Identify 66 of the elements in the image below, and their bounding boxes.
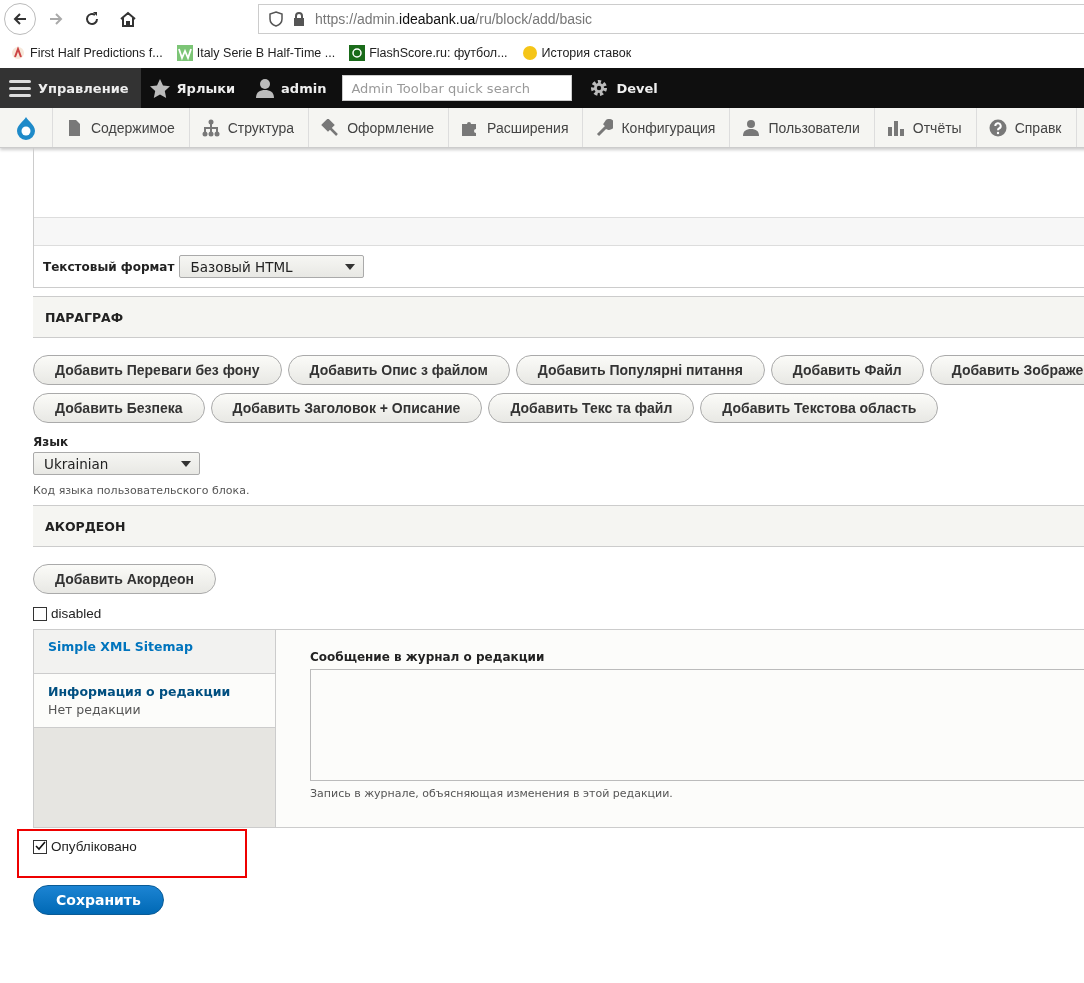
section-header: ПАРАГРАФ: [33, 296, 1084, 338]
address-bar[interactable]: https://admin.ideabank.ua/ru/block/add/basic: [258, 4, 1084, 34]
checkbox-label: Опубліковано: [51, 839, 137, 854]
revision-log-field[interactable]: [310, 669, 1084, 781]
devel-tab[interactable]: Devel: [580, 68, 670, 108]
admin-menu-item[interactable]: Отчёты: [874, 108, 977, 147]
text-format-label: Текстовый формат: [43, 259, 175, 274]
checkbox-label: disabled: [51, 606, 102, 621]
add-paragraph-button[interactable]: Добавить Текстова область: [700, 393, 939, 423]
admin-menu-item[interactable]: Структура: [189, 108, 310, 147]
bookmark[interactable]: Italy Serie B Half-Time ...: [176, 44, 336, 61]
menu-icon: [9, 79, 31, 97]
gear-icon: [589, 78, 610, 98]
add-paragraph-button[interactable]: Добавить Безпека: [33, 393, 205, 423]
add-paragraph-button[interactable]: Добавить Опис з файлом: [287, 355, 510, 385]
home-icon: [119, 10, 137, 28]
section-header: АКОРДЕОН: [33, 505, 1084, 547]
revision-log-help-text: Запись в журнале, объясняющая изменения в этой редакции.: [310, 787, 674, 800]
add-paragraph-button[interactable]: Добавить Заголовок + Описание: [210, 393, 483, 423]
bookmark-favicon-icon: [521, 44, 538, 61]
bookmark[interactable]: История ставок: [521, 44, 632, 61]
save-button[interactable]: Сохранить: [33, 885, 164, 915]
toolbar-tab[interactable]: Управление: [0, 68, 141, 108]
help-icon: [988, 118, 1007, 137]
wrench-icon: [595, 118, 614, 137]
admin-menu-item[interactable]: Расширения: [449, 108, 584, 147]
text-format-select[interactable]: Базовый HTML: [179, 255, 365, 278]
add-paragraph-button[interactable]: Добавить Файл: [770, 355, 924, 385]
admin-menu-item[interactable]: Конфигурация: [583, 108, 731, 147]
shield-icon: [269, 11, 283, 27]
caret-icon: [181, 461, 191, 467]
add-paragraph-button[interactable]: Добавить Текс та файл: [488, 393, 695, 423]
star-icon: [149, 78, 170, 98]
reload-icon: [83, 10, 101, 28]
url-text: https://admin.ideabank.ua/ru/block/add/basic: [315, 11, 593, 27]
revision-log-label: Сообщение в журнал о редакции: [310, 650, 546, 664]
hammer-icon: [321, 118, 340, 137]
admin-menu-item[interactable]: Справк: [976, 108, 1077, 147]
language-help-text: Код языка пользовательского блока.: [33, 484, 250, 497]
sitemap-icon: [201, 118, 220, 137]
add-paragraph-button[interactable]: Добавить Зображе: [929, 355, 1084, 385]
bookmark-favicon-icon: [176, 44, 193, 61]
checkbox[interactable]: [33, 606, 47, 621]
admin-menu-item[interactable]: Пользователи: [730, 108, 875, 147]
admin-menu-item[interactable]: Содержимое: [53, 108, 190, 147]
user-icon: [256, 78, 275, 98]
bookmark-favicon-icon: [349, 44, 366, 61]
language-label: Язык: [33, 435, 69, 449]
admin-menu-item[interactable]: Оформление: [309, 108, 450, 147]
bookmark[interactable]: FlashScore.ru: футбол...: [349, 44, 508, 61]
bookmark[interactable]: First Half Predictions f...: [10, 44, 163, 61]
toolbar-tab[interactable]: admin: [247, 68, 339, 108]
people-icon: [742, 118, 761, 137]
add-paragraph-button[interactable]: Добавить Популярні питання: [515, 355, 765, 385]
caret-icon: [345, 264, 356, 270]
language-select[interactable]: Ukrainian: [33, 452, 200, 475]
quick-search-field[interactable]: Admin Toolbar quick search: [342, 75, 573, 101]
add-accordion-button[interactable]: Добавить Акордеон: [33, 564, 217, 594]
vertical-tab[interactable]: Информация о редакции Нет редакции: [34, 674, 275, 728]
add-paragraph-button[interactable]: Добавить Переваги без фону: [33, 355, 282, 385]
lock-icon: [293, 12, 305, 26]
bookmark-favicon-icon: [10, 44, 26, 61]
bar-chart-icon: [886, 118, 905, 137]
toolbar-tab[interactable]: Ярлыки: [140, 68, 248, 108]
vertical-tab[interactable]: Simple XML Sitemap: [34, 630, 275, 674]
checkbox[interactable]: [33, 839, 47, 854]
